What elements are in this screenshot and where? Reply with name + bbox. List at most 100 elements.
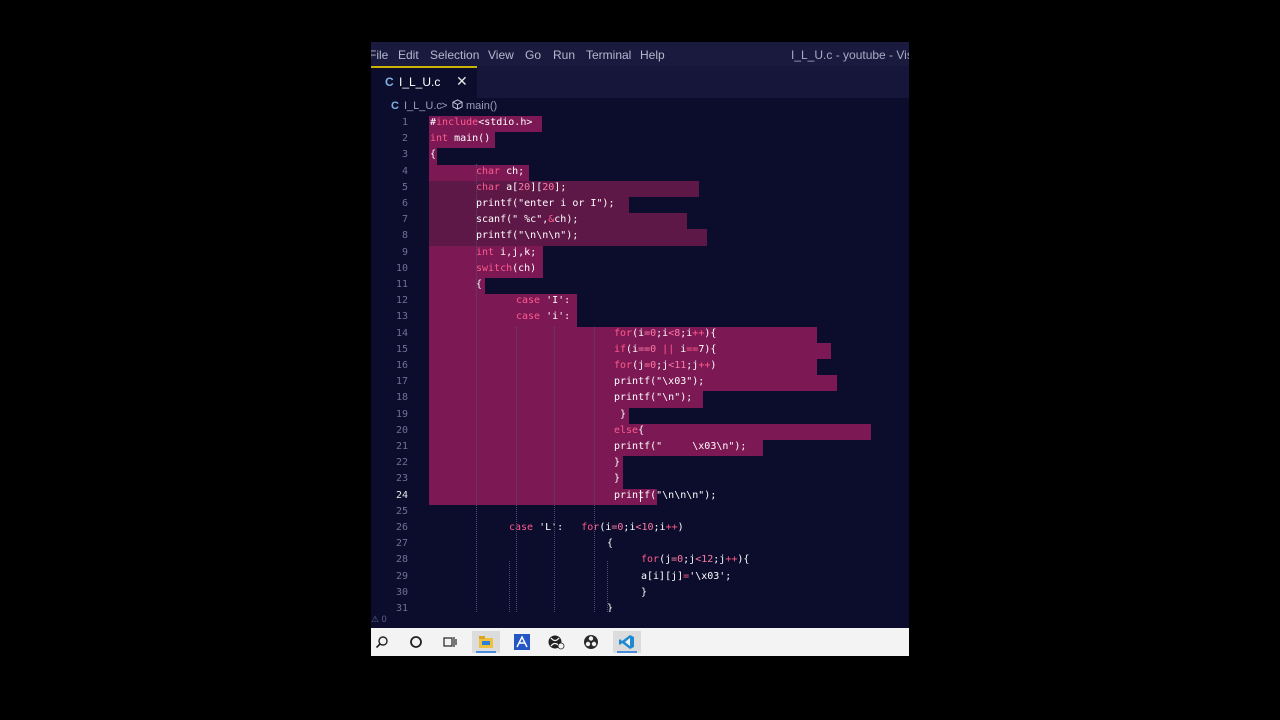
line-number: 30: [395, 586, 408, 598]
code-token: include: [436, 117, 479, 128]
menu-file[interactable]: File: [371, 48, 388, 62]
code-token: ch);: [554, 214, 579, 226]
code-line: printf(" \x03\n");: [614, 441, 746, 452]
menu-terminal[interactable]: Terminal: [586, 48, 631, 62]
code-token: 'L':: [539, 522, 582, 533]
line-number: 17: [395, 376, 408, 388]
line-number: 28: [395, 554, 408, 566]
code-token: else: [614, 424, 639, 436]
code-token: int: [430, 133, 455, 145]
line-number: 15: [395, 343, 408, 355]
code-token: ];: [554, 181, 567, 193]
code-line: for(i=0;i<8;i++){: [614, 328, 716, 339]
menu-run[interactable]: Run: [553, 48, 575, 62]
code-token: {: [430, 149, 437, 161]
code-line: {: [607, 538, 613, 549]
code-token: char: [476, 165, 507, 177]
code-token: }: [614, 473, 621, 485]
menu-go[interactable]: Go: [525, 48, 541, 62]
code-editor[interactable]: 1 #include<stdio.h> 2 int main() 3 {4 char ch;…: [371, 116, 909, 616]
vscode-icon[interactable]: [613, 631, 641, 653]
c-file-icon: C: [391, 100, 399, 112]
search-icon[interactable]: [368, 631, 396, 653]
code-token: 7){: [698, 343, 717, 355]
selection-highlight: [429, 423, 871, 440]
code-token: for: [641, 554, 660, 566]
code-token: ++: [665, 522, 678, 533]
indent-guide: [554, 327, 555, 616]
breadcrumb-file[interactable]: I_L_U.c: [404, 100, 442, 112]
line-number: 18: [395, 392, 408, 404]
line-number: 14: [395, 327, 408, 339]
problems-indicator[interactable]: ⚠ 0: [371, 614, 387, 625]
task-view-icon[interactable]: [436, 631, 464, 653]
xbox-icon[interactable]: [542, 631, 570, 653]
line-number: 2: [401, 133, 408, 145]
menu-view[interactable]: View: [488, 48, 514, 62]
code-token: ;j: [686, 360, 699, 371]
code-token: ;j: [713, 554, 726, 566]
code-token: (i: [632, 327, 645, 339]
code-token: scanf(" %c",: [476, 214, 549, 226]
menu-bar: File Edit Selection View Go Run Terminal…: [371, 42, 909, 66]
obs-icon[interactable]: [577, 631, 605, 653]
code-token: printf("\n\n\n");: [614, 489, 717, 501]
code-line: if(i==0 || i==7){: [614, 344, 716, 355]
menu-edit[interactable]: Edit: [398, 48, 419, 62]
code-token: i,j,k;: [500, 246, 537, 258]
code-token: printf("\n");: [614, 392, 693, 404]
code-line: }: [614, 473, 620, 484]
line-number: 13: [395, 311, 408, 323]
code-token: switch: [476, 262, 513, 274]
code-line: {: [430, 149, 436, 160]
code-token: }: [614, 457, 621, 469]
code-token: ++: [692, 327, 705, 339]
code-token: ;i: [680, 327, 693, 339]
line-number: 4: [401, 165, 408, 177]
code-token: {: [607, 538, 614, 550]
code-token: ;i: [623, 522, 636, 533]
file-explorer-icon[interactable]: [472, 631, 500, 653]
code-token: int: [476, 246, 501, 258]
line-number: 8: [401, 230, 408, 242]
indent-guide: [516, 327, 517, 616]
code-token: ++: [698, 360, 711, 371]
close-icon[interactable]: ✕: [456, 73, 468, 90]
line-number: 7: [401, 214, 408, 226]
breadcrumb: C I_L_U.c > main(): [371, 98, 909, 116]
line-number: 12: [395, 295, 408, 307]
line-number: 9: [401, 246, 408, 258]
menu-selection[interactable]: Selection: [430, 48, 479, 62]
app-icon[interactable]: [508, 631, 536, 653]
code-token: =0: [644, 327, 657, 339]
indent-guide: [607, 561, 608, 616]
code-token: ][: [530, 181, 543, 193]
breadcrumb-symbol[interactable]: main(): [466, 100, 497, 112]
menu-help[interactable]: Help: [640, 48, 665, 62]
line-number: 22: [395, 457, 408, 469]
code-token: (i: [626, 343, 639, 355]
code-token: case: [516, 311, 547, 323]
line-number: 10: [395, 262, 408, 274]
code-token: '\x03';: [689, 570, 732, 582]
code-token: }: [614, 408, 627, 420]
tab-i-l-u-c[interactable]: C I_L_U.c ✕: [371, 66, 477, 98]
code-line: }: [614, 409, 626, 420]
line-number: 6: [401, 198, 408, 209]
cube-icon: [452, 99, 463, 113]
code-token: main(): [454, 133, 491, 145]
line-number: 1: [401, 117, 408, 128]
code-line: a[i][j]='\x03';: [641, 571, 731, 582]
code-token: for: [581, 522, 600, 533]
code-token: for: [614, 360, 633, 371]
tab-filename: I_L_U.c: [399, 75, 441, 89]
breadcrumb-separator: >: [441, 100, 448, 112]
cortana-icon[interactable]: [402, 631, 430, 653]
code-line: case 'I':: [516, 295, 570, 306]
vscode-window: File Edit Selection View Go Run Terminal…: [371, 42, 909, 628]
code-token: (j: [632, 360, 645, 371]
code-line: int i,j,k;: [476, 247, 536, 258]
code-line: case 'i':: [516, 311, 570, 322]
status-bar: ⚠ 0: [371, 612, 909, 628]
code-token: ;j: [656, 360, 669, 371]
